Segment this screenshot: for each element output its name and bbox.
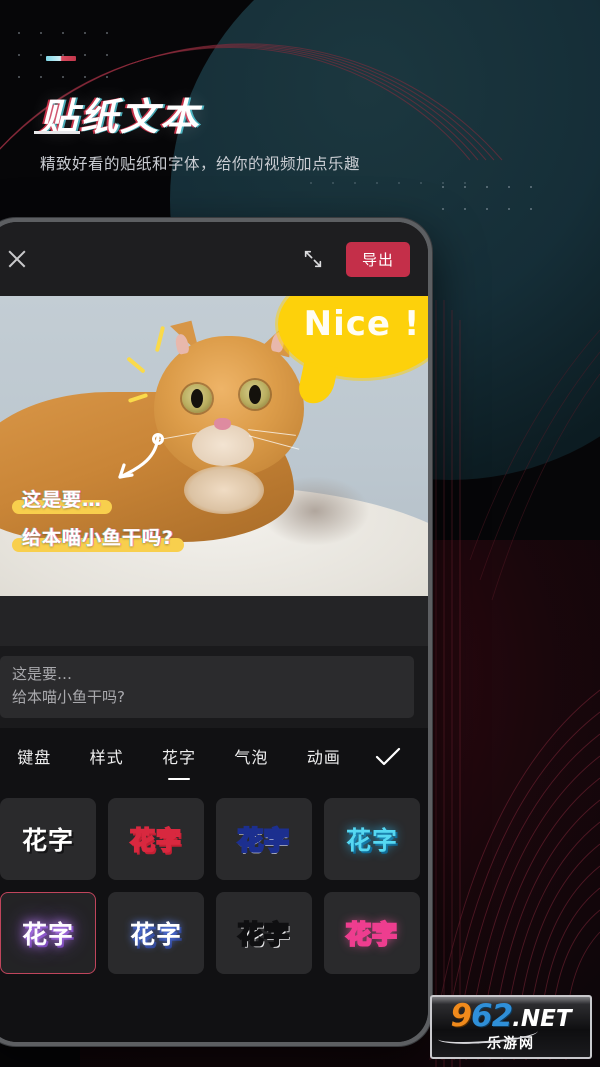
cat-nose xyxy=(214,418,231,430)
dot-grid-mid-right xyxy=(300,172,480,202)
text-input-area xyxy=(0,646,428,728)
promo-heading-block: 贴纸文本 精致好看的贴纸和字体，给你的视频加点乐趣 xyxy=(33,95,361,174)
page-title: 贴纸文本 xyxy=(33,95,201,139)
cat-chest xyxy=(184,466,264,514)
caption-line-2: 给本喵小鱼干吗? xyxy=(22,527,175,549)
video-preview[interactable]: Nice ! 这是要… 给本喵小鱼干吗? xyxy=(0,296,428,596)
style-preview-text: 花字 xyxy=(345,919,399,951)
expand-fullscreen-icon[interactable] xyxy=(302,248,324,270)
export-button[interactable]: 导出 xyxy=(345,241,410,277)
style-preview-text: 花字 xyxy=(345,826,398,855)
tab-bubble[interactable]: 气泡 xyxy=(215,730,287,784)
style-option-teal[interactable]: 花字 xyxy=(216,892,312,974)
style-preview-text: 花字 xyxy=(237,919,291,951)
bubble-text: Nice ! xyxy=(303,304,421,344)
style-option-purple-selected[interactable]: 花字 xyxy=(0,892,96,974)
preview-bottom-gap xyxy=(0,596,428,646)
cat-eye-right xyxy=(240,380,270,409)
style-preview-text: 花字 xyxy=(236,825,290,857)
style-option-white[interactable]: 花字 xyxy=(0,798,96,880)
fancy-text-style-grid[interactable]: 花字 花字 花字 花字 花字 花字 花字 花字 xyxy=(0,786,428,1042)
style-preview-text: 花字 xyxy=(129,920,182,949)
cat-muzzle xyxy=(192,424,254,466)
text-input[interactable] xyxy=(0,656,414,718)
editor-tab-bar: 键盘 样式 花字 气泡 动画 xyxy=(0,728,428,786)
phone-screen: 导出 Nice ! 这是要… 给本喵小鱼干吗? 这是要… 给本喵小鱼干吗? 键盘… xyxy=(0,222,428,1042)
phone-mockup: 导出 Nice ! 这是要… 给本喵小鱼干吗? 这是要… 给本喵小鱼干吗? 键盘… xyxy=(0,218,432,1046)
tab-animation[interactable]: 动画 xyxy=(288,730,360,784)
style-option-pink[interactable]: 花字 xyxy=(108,798,204,880)
curved-arrow-sticker[interactable] xyxy=(98,431,168,491)
checkmark-icon[interactable] xyxy=(360,746,416,768)
cat-eye-left xyxy=(182,384,212,413)
close-icon[interactable] xyxy=(6,248,28,270)
style-option-cyan[interactable]: 花字 xyxy=(324,798,420,880)
site-watermark-logo: 962.NET 乐游网 xyxy=(430,995,592,1059)
page-subtitle: 精致好看的贴纸和字体，给你的视频加点乐趣 xyxy=(40,154,361,173)
style-preview-text: 花字 xyxy=(21,920,74,949)
editor-top-bar: 导出 xyxy=(0,222,428,296)
caption-line-1: 这是要… xyxy=(22,489,103,511)
accent-bar-decoration xyxy=(46,56,76,61)
tab-keyboard[interactable]: 键盘 xyxy=(0,730,70,784)
style-option-gold[interactable]: 花字 xyxy=(216,798,312,880)
tab-style[interactable]: 样式 xyxy=(70,730,142,784)
caption-sticker[interactable]: 这是要… 给本喵小鱼干吗? xyxy=(12,484,185,560)
style-option-blue[interactable]: 花字 xyxy=(108,892,204,974)
style-preview-text: 花字 xyxy=(129,825,182,856)
style-option-hotpink[interactable]: 花字 xyxy=(324,892,420,974)
tab-fancy-text[interactable]: 花字 xyxy=(143,730,215,784)
style-preview-text: 花字 xyxy=(21,826,74,855)
